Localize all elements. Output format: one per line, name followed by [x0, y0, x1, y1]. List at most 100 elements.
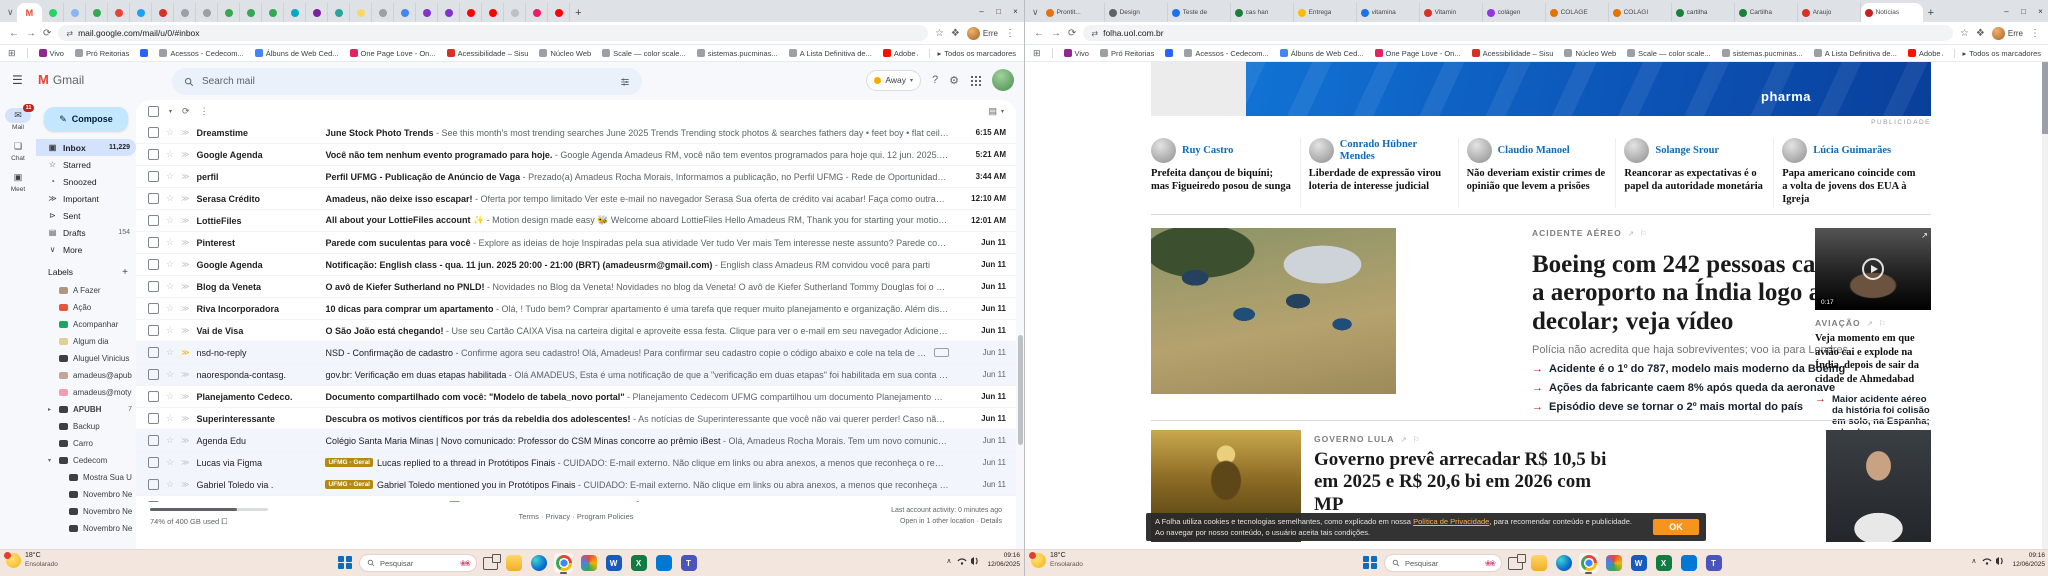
browser-tab[interactable]: [350, 3, 372, 22]
task-view-icon[interactable]: [1508, 557, 1523, 570]
account-avatar[interactable]: [992, 69, 1014, 91]
row-checkbox[interactable]: [148, 237, 159, 248]
row-checkbox[interactable]: [148, 281, 159, 292]
refresh-icon[interactable]: ⟳: [182, 106, 190, 117]
settings-gear-icon[interactable]: ⚙: [949, 74, 959, 87]
browser-tab[interactable]: [438, 3, 460, 22]
file-explorer-icon[interactable]: [1529, 553, 1548, 573]
email-row[interactable]: ☆≫nsd-no-replyNSD - Confirmação de cadas…: [136, 342, 1016, 364]
select-dropdown-icon[interactable]: ▾: [169, 108, 172, 115]
email-row[interactable]: ☆≫naoresponda-contasg.gov.br: Verificaçã…: [136, 364, 1016, 386]
importance-marker-icon[interactable]: ≫: [181, 260, 189, 269]
excel-icon[interactable]: X: [629, 553, 648, 573]
columnist-headline[interactable]: Prefeita dançou de biquíni; mas Figueire…: [1151, 167, 1292, 193]
bookmark-item[interactable]: A Lista Definitiva de...: [789, 49, 872, 58]
label-item[interactable]: Novembro Negro 2024: [36, 520, 136, 537]
label-item[interactable]: Backup: [36, 418, 136, 435]
status-selector[interactable]: Away ▾: [866, 70, 921, 91]
list-scrollbar[interactable]: [1018, 100, 1023, 550]
bookmark-item[interactable]: Pró Reitorias: [1100, 49, 1154, 58]
clock[interactable]: 09:16 12/06/2025: [987, 552, 1020, 570]
ad-banner[interactable]: pharma: [1151, 62, 1931, 116]
bookmark-item[interactable]: Acessibilidade – Sisu: [447, 49, 529, 58]
browser-tab[interactable]: colágen: [1483, 3, 1546, 22]
row-checkbox[interactable]: [148, 413, 159, 424]
star-icon[interactable]: ☆: [166, 127, 174, 138]
bookmark-item[interactable]: Pró Reitorias: [75, 49, 129, 58]
browser-tab[interactable]: [196, 3, 218, 22]
bookmark-item[interactable]: One Page Love - On...: [1375, 49, 1461, 58]
word-icon[interactable]: W: [604, 553, 623, 573]
browser-tab[interactable]: COLÁGE: [1546, 3, 1609, 22]
importance-marker-icon[interactable]: ≫: [181, 392, 189, 401]
label-item[interactable]: Novembro Negro 2022: [36, 486, 136, 503]
vscode-icon[interactable]: [1679, 553, 1698, 573]
email-row[interactable]: ☆≫Blog da VenetaO avô de Kiefer Sutherla…: [136, 276, 1016, 298]
page-scrollbar[interactable]: [2042, 62, 2048, 550]
photos-icon[interactable]: [579, 553, 598, 573]
word-icon[interactable]: W: [1629, 553, 1648, 573]
maximize-button[interactable]: □: [990, 0, 1007, 22]
scrollbar-thumb[interactable]: [2042, 62, 2048, 134]
bookmark-item[interactable]: A Lista Definitiva de...: [1814, 49, 1897, 58]
browser-tab[interactable]: [86, 3, 108, 22]
network-volume-icons[interactable]: [1982, 556, 2006, 566]
browser-tab[interactable]: [482, 3, 504, 22]
rail-item-meet[interactable]: ▣ Meet: [0, 170, 36, 193]
browser-tab[interactable]: Araujo: [1798, 3, 1861, 22]
label-expand-icon[interactable]: ▾: [48, 457, 54, 464]
privacy-policy-link[interactable]: Política de Privacidade: [1413, 517, 1489, 526]
sidebar-item-starred[interactable]: ☆Starred: [36, 156, 136, 173]
hamburger-menu-icon[interactable]: ☰: [12, 73, 23, 87]
search-bar[interactable]: Search mail: [172, 68, 642, 95]
taskbar-search[interactable]: Pesquisar ❀❀: [359, 554, 477, 572]
save-flag-icon[interactable]: ⚐: [1413, 435, 1420, 444]
tab-gmail-active[interactable]: M: [17, 3, 43, 22]
share-icon[interactable]: ↗: [1628, 229, 1634, 238]
browser-tab[interactable]: [108, 3, 130, 22]
maximize-button[interactable]: □: [2015, 0, 2032, 22]
row-checkbox[interactable]: [148, 149, 159, 160]
email-row[interactable]: ☆≫perfilPerfil UFMG - Publicação de Anún…: [136, 166, 1016, 188]
teams-icon[interactable]: T: [679, 553, 698, 573]
search-filter-icon[interactable]: [620, 77, 630, 87]
aviation-headline[interactable]: Veja momento em que avião cai e explode …: [1815, 332, 1931, 387]
label-item[interactable]: amadeus@apubh.org.br: [36, 367, 136, 384]
reload-icon[interactable]: ⟳: [43, 28, 51, 39]
site-info-icon[interactable]: ⇄: [1091, 29, 1098, 38]
email-row[interactable]: ☆≫Planejamento Cedeco.Documento comparti…: [136, 386, 1016, 408]
email-row[interactable]: ☆≫LottieFilesAll about your LottieFiles …: [136, 210, 1016, 232]
forward-icon[interactable]: →: [26, 28, 36, 39]
importance-marker-icon[interactable]: ≫: [181, 458, 189, 467]
browser-tab[interactable]: Notícias: [1861, 3, 1923, 22]
bookmark-item[interactable]: Adobe Acrobat: [1908, 49, 1943, 58]
video-thumbnail[interactable]: ↗ 0:17: [1815, 228, 1931, 310]
browser-tab[interactable]: Teste de: [1168, 3, 1231, 22]
save-flag-icon[interactable]: ⚐: [1879, 319, 1886, 328]
label-item[interactable]: Ação: [36, 299, 136, 316]
google-apps-icon[interactable]: [970, 75, 981, 86]
label-item[interactable]: Acompanhar: [36, 316, 136, 333]
browser-tab[interactable]: [64, 3, 86, 22]
browser-tab[interactable]: [328, 3, 350, 22]
star-icon[interactable]: ☆: [166, 149, 174, 160]
email-row[interactable]: ☆≫Gabriel Toledo via .UFMG - GeralGabrie…: [136, 474, 1016, 496]
email-row[interactable]: ☆≫Riva Incorporadora10 dicas para compra…: [136, 298, 1016, 320]
close-button[interactable]: ×: [2032, 0, 2048, 22]
bookmark-item[interactable]: Acessibilidade – Sisu: [1472, 49, 1554, 58]
columnist-name[interactable]: Conrado Hübner Mendes: [1340, 139, 1450, 162]
reload-icon[interactable]: ⟳: [1068, 28, 1076, 39]
email-row[interactable]: ☆≫Google AgendaNotificação: English clas…: [136, 254, 1016, 276]
split-pane-dropdown-icon[interactable]: ▾: [1001, 108, 1004, 115]
bookmark-item[interactable]: [1165, 49, 1173, 57]
bookmark-item[interactable]: sistemas.pucminas...: [697, 49, 778, 58]
profile-chip[interactable]: Erre: [1992, 27, 2023, 40]
importance-marker-icon[interactable]: ≫: [181, 150, 189, 159]
email-row[interactable]: ☆≫Lucas via FigmaUFMG - GeralLucas repli…: [136, 452, 1016, 474]
row-checkbox[interactable]: [148, 193, 159, 204]
play-icon[interactable]: [1862, 258, 1884, 280]
importance-marker-icon[interactable]: ≫: [181, 216, 189, 225]
browser-tab[interactable]: [240, 3, 262, 22]
columnist[interactable]: Lúcia GuimarãesPapa americano coincide c…: [1773, 138, 1931, 208]
chrome-icon[interactable]: [554, 553, 573, 573]
